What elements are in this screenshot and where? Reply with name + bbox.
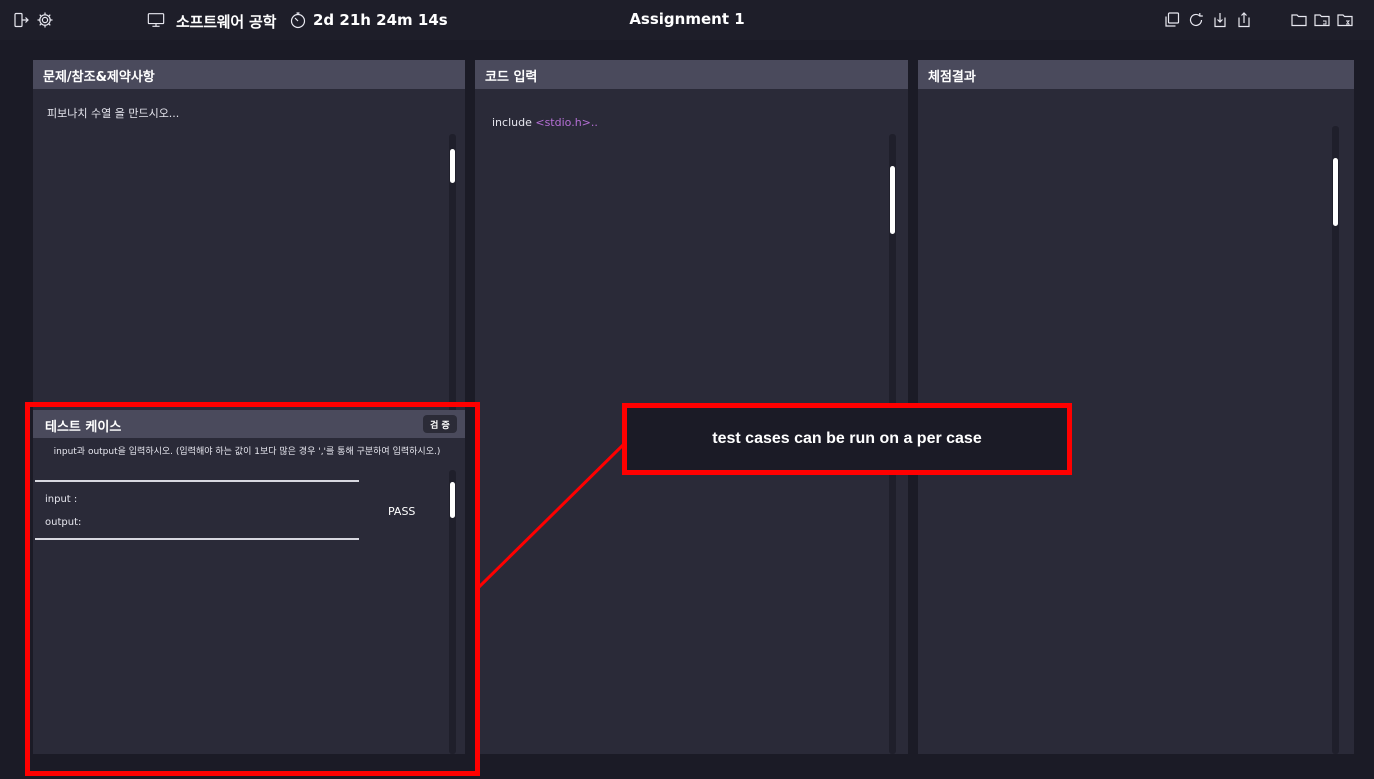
testcase-highlight-box [25, 402, 480, 776]
refresh-icon[interactable] [1187, 11, 1205, 29]
code-line[interactable]: include <stdio.h>.. [492, 116, 598, 129]
result-scrollbar[interactable] [1332, 126, 1339, 754]
timer-icon [289, 11, 307, 29]
folder-1-icon[interactable] [1290, 11, 1308, 29]
folder-2-icon[interactable] [1313, 11, 1331, 29]
annotation-box: test cases can be run on a per case [622, 403, 1072, 475]
save-icon[interactable] [1211, 11, 1229, 29]
course-name: 소프트웨어 공학 [176, 13, 277, 31]
export-icon[interactable] [1235, 11, 1253, 29]
problem-panel-header: 문제/참조&제약사항 [33, 60, 465, 89]
code-keyword: include [492, 116, 536, 129]
result-scrollbar-thumb[interactable] [1333, 158, 1338, 226]
code-panel-header: 코드 입력 [475, 60, 908, 89]
problem-scrollbar-thumb[interactable] [450, 149, 455, 183]
annotation-text: test cases can be run on a per case [712, 430, 982, 447]
exit-icon[interactable] [12, 11, 30, 29]
top-bar: 소프트웨어 공학 2d 21h 24m 14s Assignment 1 [0, 0, 1374, 40]
assignment-title: Assignment 1 [629, 10, 745, 28]
settings-gear-icon[interactable] [36, 11, 54, 29]
result-panel-header: 체점결과 [918, 60, 1354, 89]
folder-3-icon[interactable] [1336, 11, 1354, 29]
code-include: <stdio.h>.. [535, 116, 598, 129]
problem-text: 피보나치 수열 을 만드시오... [47, 107, 180, 120]
code-scrollbar-thumb[interactable] [890, 166, 895, 234]
monitor-icon [146, 11, 166, 29]
time-remaining: 2d 21h 24m 14s [313, 11, 448, 29]
copy-icon[interactable] [1163, 11, 1181, 29]
